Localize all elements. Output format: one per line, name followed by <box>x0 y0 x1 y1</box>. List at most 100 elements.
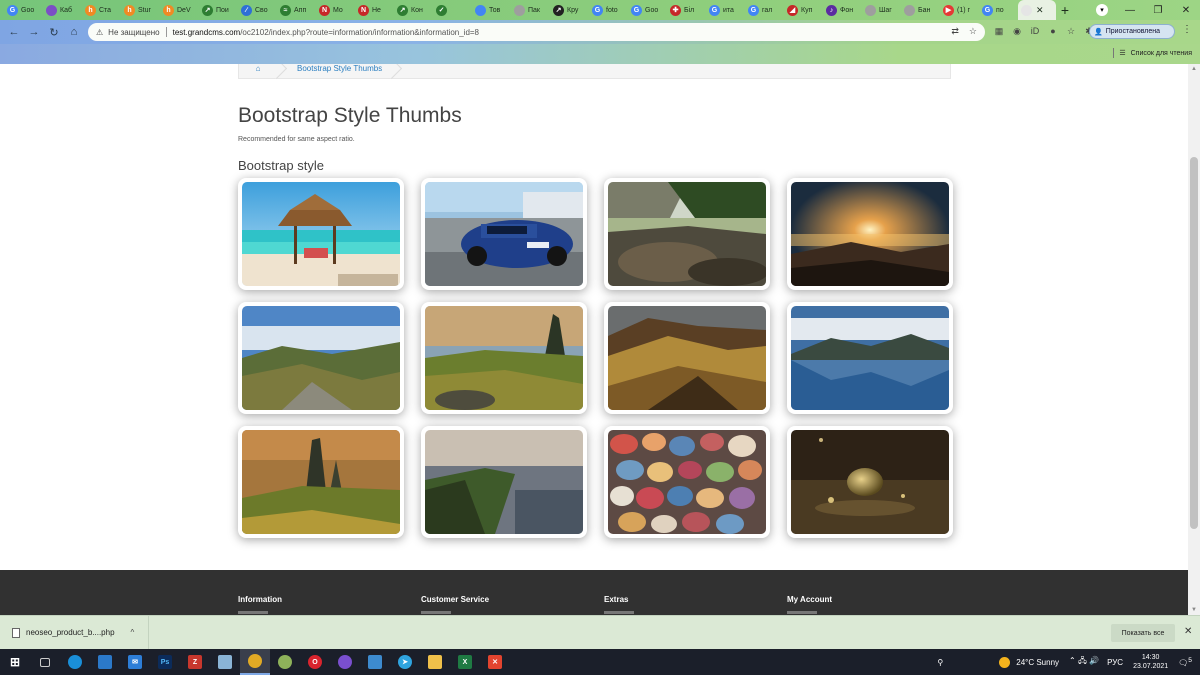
new-tab-button[interactable]: + <box>1056 0 1074 20</box>
browser-tab[interactable]: h DeV <box>160 0 199 20</box>
browser-tab[interactable]: G Goo <box>628 0 667 20</box>
browser-tab[interactable]: ↗ Кон <box>394 0 433 20</box>
start-button[interactable]: ⊞ <box>0 649 30 675</box>
thumbnail-beach[interactable] <box>238 178 404 290</box>
footer-link-partial[interactable] <box>238 611 268 614</box>
scroll-up-arrow-icon[interactable]: ▲ <box>1191 66 1197 72</box>
close-download-bar-icon[interactable]: ✕ <box>1184 626 1192 637</box>
tab-search-button[interactable]: ▾ <box>1096 4 1108 16</box>
weather-text[interactable]: 24°C Sunny <box>1016 658 1059 667</box>
address-bar[interactable]: ⚠ Не защищено test.grandcms.com/oc2102/i… <box>88 23 985 41</box>
browser-tab[interactable]: N Мо <box>316 0 355 20</box>
thumbnail-golden-hills[interactable] <box>604 302 770 414</box>
scroll-down-arrow-icon[interactable]: ▼ <box>1191 607 1197 613</box>
clock[interactable]: 14:30 23.07.2021 <box>1133 653 1168 671</box>
taskbar-photoshop[interactable]: Ps <box>150 649 180 675</box>
tray-icons[interactable]: ⌃ 🖧 🔊 <box>1069 655 1099 669</box>
translate-icon[interactable]: ⇄ <box>951 26 959 37</box>
extension-icon[interactable]: ☆ <box>1064 24 1078 38</box>
language-indicator[interactable]: РУС <box>1107 658 1123 667</box>
footer-link-partial[interactable] <box>604 611 634 614</box>
browser-tab[interactable]: ∕ Сво <box>238 0 277 20</box>
warning-icon[interactable]: ⚠ <box>96 28 103 37</box>
thumbnail-droplet[interactable] <box>787 426 953 538</box>
footer-link-partial[interactable] <box>421 611 451 614</box>
extension-icon[interactable]: ◉ <box>1010 24 1024 38</box>
browser-tab[interactable]: ↗ Пои <box>199 0 238 20</box>
browser-tab[interactable]: Бан <box>901 0 940 20</box>
close-window-button[interactable]: ✕ <box>1172 0 1200 20</box>
url-text[interactable]: test.grandcms.com/oc2102/index.php?route… <box>173 28 479 37</box>
close-tab-icon[interactable]: ✕ <box>1036 5 1044 16</box>
breadcrumb-current[interactable]: Bootstrap Style Thumbs <box>287 64 392 78</box>
thumbnail-sunset[interactable] <box>787 178 953 290</box>
chevron-up-icon[interactable]: ^ <box>131 628 135 637</box>
taskbar-chrome[interactable] <box>240 649 270 675</box>
notification-icon[interactable]: 🗨5 <box>1178 657 1192 668</box>
home-button[interactable]: ⌂ <box>64 21 84 43</box>
browser-tab[interactable]: ✓ <box>433 0 472 20</box>
browser-tab[interactable]: Gита <box>706 0 745 20</box>
taskbar-telegram[interactable]: ➤ <box>390 649 420 675</box>
people-icon[interactable]: ⚲ <box>937 658 943 667</box>
profile-button[interactable]: 👤 Приостановлена <box>1089 24 1175 39</box>
browser-tab[interactable]: Gгал <box>745 0 784 20</box>
browser-tab[interactable]: Gпо <box>979 0 1018 20</box>
extension-icon[interactable]: iD <box>1028 24 1042 38</box>
thumbnail-car[interactable] <box>421 178 587 290</box>
taskbar-mail[interactable]: ✉ <box>120 649 150 675</box>
thumbnail-coast[interactable] <box>421 426 587 538</box>
taskbar-app[interactable]: ✕ <box>480 649 510 675</box>
footer-link-partial[interactable] <box>787 611 817 614</box>
thumbnail-valley[interactable] <box>238 302 404 414</box>
thumbnail-lake[interactable] <box>787 302 953 414</box>
scroll-thumb[interactable] <box>1190 157 1198 529</box>
browser-tab[interactable]: Пак <box>511 0 550 20</box>
active-browser-tab[interactable]: ✕ <box>1018 0 1056 20</box>
browser-tab[interactable]: N Не <box>355 0 394 20</box>
thumbnail-quiraing[interactable] <box>421 302 587 414</box>
thumbnail-river[interactable] <box>604 178 770 290</box>
taskbar-app[interactable] <box>270 649 300 675</box>
thumbnail-storr[interactable] <box>238 426 404 538</box>
weather-icon[interactable] <box>999 656 1011 668</box>
browser-tab[interactable]: ↗ Кру <box>550 0 589 20</box>
taskbar-opera[interactable]: O <box>300 649 330 675</box>
browser-tab[interactable]: Тов <box>472 0 511 20</box>
browser-tab[interactable]: Gfoto <box>589 0 628 20</box>
browser-tab[interactable]: ▶ (1) г <box>940 0 979 20</box>
browser-tab[interactable]: h Stur <box>121 0 160 20</box>
taskbar-app[interactable] <box>90 649 120 675</box>
browser-tab[interactable]: h Ста <box>82 0 121 20</box>
reading-list-button[interactable]: ☰ Список для чтения <box>1113 48 1192 58</box>
extension-icon[interactable]: ▦ <box>992 24 1006 38</box>
extension-icon[interactable]: ● <box>1046 24 1060 38</box>
download-item[interactable]: neoseo_product_b....php ^ <box>0 616 149 649</box>
minimize-button[interactable]: — <box>1116 0 1144 20</box>
back-button[interactable]: ← <box>4 21 24 43</box>
browser-menu-icon[interactable]: ⋮ <box>1182 24 1192 35</box>
thumbnail-pebbles[interactable] <box>604 426 770 538</box>
reload-button[interactable]: ↻ <box>44 21 64 43</box>
security-label[interactable]: Не защищено <box>108 28 159 37</box>
taskbar-edge[interactable] <box>60 649 90 675</box>
breadcrumb-home[interactable]: ⌂ <box>239 64 277 78</box>
taskbar-excel[interactable]: X <box>450 649 480 675</box>
task-view-button[interactable] <box>30 649 60 675</box>
taskbar-explorer[interactable] <box>420 649 450 675</box>
restore-button[interactable]: ❐ <box>1144 0 1172 20</box>
browser-tab[interactable]: Каб <box>43 0 82 20</box>
browser-tab[interactable]: ✚ Біл <box>667 0 706 20</box>
taskbar-app[interactable] <box>360 649 390 675</box>
show-all-downloads-button[interactable]: Показать все <box>1111 624 1175 642</box>
page-scrollbar[interactable]: ▲ ▼ <box>1188 64 1200 615</box>
taskbar-filezilla[interactable]: Z <box>180 649 210 675</box>
browser-tab[interactable]: ≈ Апп <box>277 0 316 20</box>
bookmark-star-icon[interactable]: ☆ <box>969 26 977 37</box>
browser-tab[interactable]: ◢ Куп <box>784 0 823 20</box>
browser-tab[interactable]: ♪ Фон <box>823 0 862 20</box>
forward-button[interactable]: → <box>24 21 44 43</box>
browser-tab[interactable]: Шаг <box>862 0 901 20</box>
browser-tab[interactable]: G Goo <box>4 0 43 20</box>
taskbar-app[interactable] <box>210 649 240 675</box>
